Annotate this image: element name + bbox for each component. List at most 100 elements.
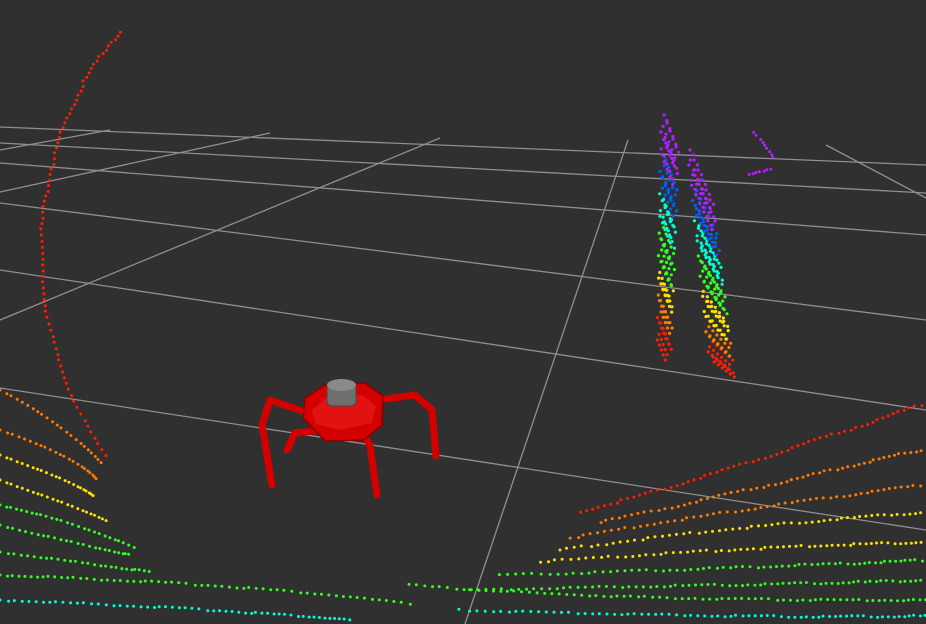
cloud-point [85, 577, 89, 580]
cloud-point [896, 599, 899, 603]
cloud-point [132, 546, 136, 549]
cloud-point [654, 569, 658, 573]
cloud-point [904, 541, 908, 545]
cloud-point [62, 376, 66, 380]
cloud-point [669, 235, 673, 240]
cloud-point [89, 451, 93, 455]
cloud-point [596, 543, 600, 547]
cloud-point [724, 337, 728, 341]
cloud-point [801, 475, 805, 479]
cloud-point [558, 548, 562, 552]
cloud-point [98, 547, 102, 550]
cloud-point [710, 227, 714, 232]
cloud-point [602, 504, 606, 508]
cloud-point [514, 609, 518, 613]
cloud-point [663, 321, 667, 325]
cloud-point [668, 241, 672, 245]
cloud-point [54, 450, 58, 454]
cloud-point [671, 161, 675, 165]
cloud-point [637, 568, 641, 572]
cloud-point [177, 606, 181, 610]
cloud-point [709, 233, 713, 237]
cloud-point [571, 571, 575, 575]
cloud-point [661, 221, 665, 225]
cloud-point [64, 381, 68, 385]
cloud-point [99, 564, 103, 568]
cloud-point [707, 211, 711, 215]
cloud-point [769, 167, 773, 171]
cloud-point [644, 553, 648, 557]
cloud-point [525, 587, 529, 591]
cloud-point [688, 148, 692, 152]
cloud-point [779, 481, 783, 485]
cloud-point [891, 579, 895, 583]
cloud-point [97, 532, 101, 536]
cloud-point [723, 492, 727, 496]
cloud-point [717, 493, 721, 497]
cloud-point [675, 484, 679, 488]
cloud-point [834, 615, 837, 618]
cloud-point [877, 457, 881, 461]
cloud-point [669, 283, 674, 288]
cloud-point [660, 238, 664, 242]
cloud-point [896, 410, 900, 413]
cloud-point [260, 611, 264, 615]
cloud-point [81, 601, 85, 605]
cloud-point [671, 551, 675, 555]
cloud-point [808, 545, 812, 549]
cloud-point [48, 600, 52, 604]
cloud-point [544, 610, 548, 614]
cloud-point [121, 541, 125, 545]
cloud-point [20, 599, 24, 603]
cloud-point [44, 194, 48, 198]
cloud-point [919, 511, 923, 515]
cloud-point [521, 609, 525, 613]
cloud-point [741, 565, 744, 568]
scene-canvas[interactable] [0, 0, 926, 624]
cloud-point [659, 130, 663, 134]
cloud-point [671, 177, 675, 181]
cloud-point [813, 544, 817, 548]
cloud-point [699, 476, 703, 480]
cloud-point [782, 598, 785, 602]
cloud-point [679, 550, 683, 554]
cloud-point [693, 596, 697, 600]
cloud-point [42, 534, 45, 538]
cloud-point [709, 300, 713, 304]
cloud-point [348, 618, 352, 622]
cloud-point [718, 529, 721, 533]
3d-viewport[interactable] [0, 0, 926, 624]
cloud-point [746, 583, 750, 587]
cloud-point [841, 581, 845, 585]
cloud-point [105, 48, 109, 52]
cloud-point [626, 612, 630, 616]
cloud-point [854, 493, 858, 497]
cloud-point [42, 292, 46, 296]
cloud-point [266, 611, 270, 615]
cloud-point [641, 538, 645, 542]
cloud-point [662, 154, 666, 158]
cloud-point [723, 359, 728, 363]
cloud-point [97, 515, 101, 519]
cloud-point [670, 148, 674, 152]
cloud-point [908, 558, 912, 562]
cloud-point [30, 511, 34, 515]
cloud-point [59, 426, 63, 430]
cloud-point [50, 473, 54, 477]
cloud-point [328, 616, 332, 620]
cloud-point [779, 615, 783, 619]
cloud-point [718, 303, 722, 307]
cloud-point [43, 304, 47, 308]
cloud-point [70, 522, 74, 526]
cloud-point [572, 593, 576, 597]
cloud-point [59, 364, 63, 368]
cloud-point [740, 596, 744, 600]
cloud-point [704, 188, 708, 192]
cloud-point [46, 534, 50, 538]
cloud-point [711, 329, 715, 333]
cloud-point [877, 599, 881, 603]
cloud-point [747, 614, 751, 618]
hexapod-robot [258, 379, 440, 499]
cloud-point [709, 236, 713, 240]
cloud-point [715, 470, 719, 474]
